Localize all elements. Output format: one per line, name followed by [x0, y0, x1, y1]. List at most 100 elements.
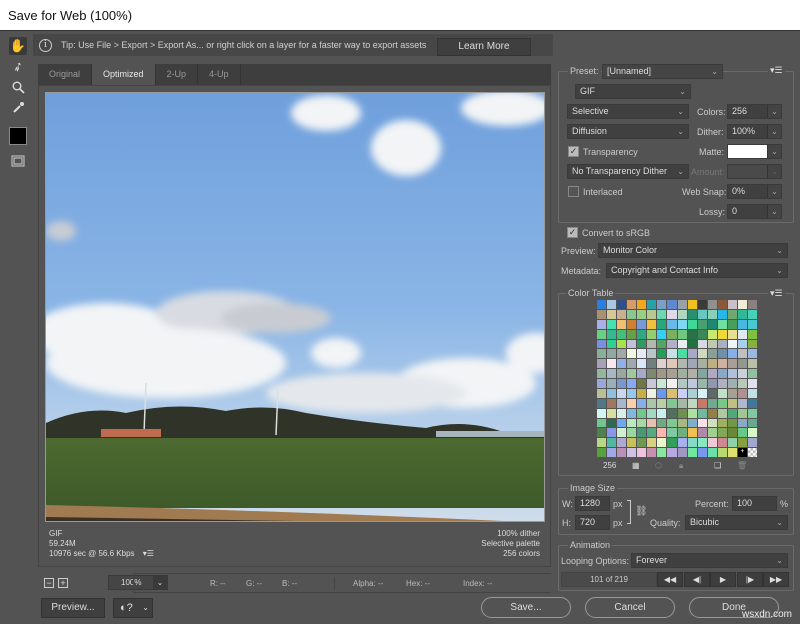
- color-swatch[interactable]: [697, 388, 707, 398]
- map-transparent-icon[interactable]: ▦: [632, 461, 640, 470]
- color-swatch[interactable]: [637, 438, 647, 448]
- color-swatch[interactable]: [687, 349, 697, 359]
- color-swatch[interactable]: [647, 418, 657, 428]
- color-swatch[interactable]: [737, 319, 747, 329]
- color-swatch[interactable]: [697, 408, 707, 418]
- color-swatch[interactable]: [737, 309, 747, 319]
- transparency-dither-select[interactable]: No Transparency Dither ⌄: [567, 164, 689, 179]
- color-swatch[interactable]: [717, 349, 727, 359]
- color-swatch[interactable]: [607, 379, 617, 388]
- color-swatch[interactable]: [637, 428, 647, 438]
- color-swatch[interactable]: [697, 319, 707, 329]
- file-format-select[interactable]: GIF ⌄: [575, 84, 691, 99]
- color-swatch[interactable]: [677, 428, 687, 438]
- color-swatch[interactable]: [637, 319, 647, 329]
- previous-frame-button[interactable]: ◀|: [684, 572, 710, 587]
- color-swatch[interactable]: [617, 319, 627, 329]
- metadata-select[interactable]: Copyright and Contact Info ⌄: [606, 263, 788, 278]
- color-swatch[interactable]: [627, 448, 637, 457]
- color-swatch[interactable]: [677, 408, 687, 418]
- color-swatch[interactable]: [617, 329, 627, 339]
- color-swatch[interactable]: [717, 418, 727, 428]
- color-swatch[interactable]: [747, 319, 757, 329]
- color-swatch[interactable]: [607, 438, 617, 448]
- color-swatch[interactable]: [607, 398, 617, 408]
- color-swatch[interactable]: [687, 329, 697, 339]
- color-swatch[interactable]: [657, 369, 667, 378]
- color-swatch[interactable]: [647, 359, 657, 369]
- color-swatch[interactable]: [687, 428, 697, 438]
- web-snap-combo[interactable]: 0% ⌄: [727, 184, 782, 199]
- color-swatch[interactable]: [657, 438, 667, 448]
- color-swatch[interactable]: [707, 398, 717, 408]
- color-swatch[interactable]: [647, 379, 657, 388]
- color-swatch[interactable]: [597, 379, 607, 388]
- color-swatch[interactable]: [737, 359, 747, 369]
- color-swatch[interactable]: [617, 339, 627, 349]
- color-swatch[interactable]: [627, 339, 637, 349]
- optimize-menu-icon[interactable]: ▾☰: [768, 65, 785, 76]
- color-swatch[interactable]: [727, 448, 737, 457]
- color-swatch[interactable]: [597, 438, 607, 448]
- color-swatch[interactable]: [677, 359, 687, 369]
- color-swatch[interactable]: [597, 349, 607, 359]
- color-swatch[interactable]: [707, 418, 717, 428]
- color-swatch[interactable]: [747, 398, 757, 408]
- color-swatch[interactable]: [647, 349, 657, 359]
- color-swatch[interactable]: [747, 388, 757, 398]
- color-swatch[interactable]: [697, 428, 707, 438]
- color-swatch[interactable]: [687, 398, 697, 408]
- color-swatch[interactable]: [747, 300, 757, 309]
- color-swatch[interactable]: [697, 309, 707, 319]
- color-swatch[interactable]: [727, 339, 737, 349]
- color-swatch[interactable]: [707, 359, 717, 369]
- color-swatch[interactable]: [637, 369, 647, 378]
- matte-combo[interactable]: ⌄: [727, 144, 782, 159]
- color-swatch[interactable]: [607, 339, 617, 349]
- color-swatch[interactable]: [617, 398, 627, 408]
- color-swatch[interactable]: [677, 349, 687, 359]
- quality-select[interactable]: Bicubic ⌄: [685, 515, 788, 530]
- color-swatch[interactable]: [627, 349, 637, 359]
- tab-original[interactable]: Original: [38, 64, 93, 85]
- color-swatch[interactable]: [667, 300, 677, 309]
- color-swatch[interactable]: [677, 438, 687, 448]
- dither-combo[interactable]: 100% ⌄: [727, 124, 782, 139]
- next-frame-button[interactable]: |▶: [737, 572, 763, 587]
- first-frame-button[interactable]: ◀◀: [657, 572, 683, 587]
- color-swatch[interactable]: [737, 428, 747, 438]
- color-swatch[interactable]: [647, 300, 657, 309]
- color-swatch[interactable]: [627, 418, 637, 428]
- color-swatch[interactable]: [667, 408, 677, 418]
- color-swatch[interactable]: [717, 369, 727, 378]
- color-swatch[interactable]: [667, 398, 677, 408]
- color-swatch[interactable]: [727, 319, 737, 329]
- preview-color-select[interactable]: Monitor Color ⌄: [598, 243, 788, 258]
- color-swatch[interactable]: [717, 319, 727, 329]
- color-swatch[interactable]: [637, 359, 647, 369]
- color-swatch[interactable]: [707, 339, 717, 349]
- color-swatch[interactable]: [607, 408, 617, 418]
- color-swatch[interactable]: [597, 388, 607, 398]
- color-swatch[interactable]: [617, 438, 627, 448]
- zoom-out-button[interactable]: −: [44, 578, 54, 588]
- color-swatch[interactable]: [747, 448, 757, 457]
- color-swatch[interactable]: [737, 408, 747, 418]
- color-swatch[interactable]: [747, 369, 757, 378]
- color-swatch[interactable]: [627, 388, 637, 398]
- new-color-icon[interactable]: ❏: [714, 461, 721, 470]
- color-swatch[interactable]: [657, 388, 667, 398]
- color-swatch[interactable]: [607, 448, 617, 457]
- color-swatch[interactable]: [597, 408, 607, 418]
- lock-color-icon[interactable]: 🔒︎: [679, 461, 683, 471]
- web-shift-icon[interactable]: ⬡: [655, 461, 662, 470]
- color-swatch[interactable]: [617, 369, 627, 378]
- color-swatch[interactable]: [747, 349, 757, 359]
- lossy-combo[interactable]: 0 ⌄: [727, 204, 782, 219]
- color-swatch[interactable]: [657, 418, 667, 428]
- color-swatch[interactable]: [657, 329, 667, 339]
- color-swatch[interactable]: [727, 309, 737, 319]
- color-swatch[interactable]: [707, 329, 717, 339]
- color-swatch[interactable]: [637, 398, 647, 408]
- color-swatch[interactable]: [677, 309, 687, 319]
